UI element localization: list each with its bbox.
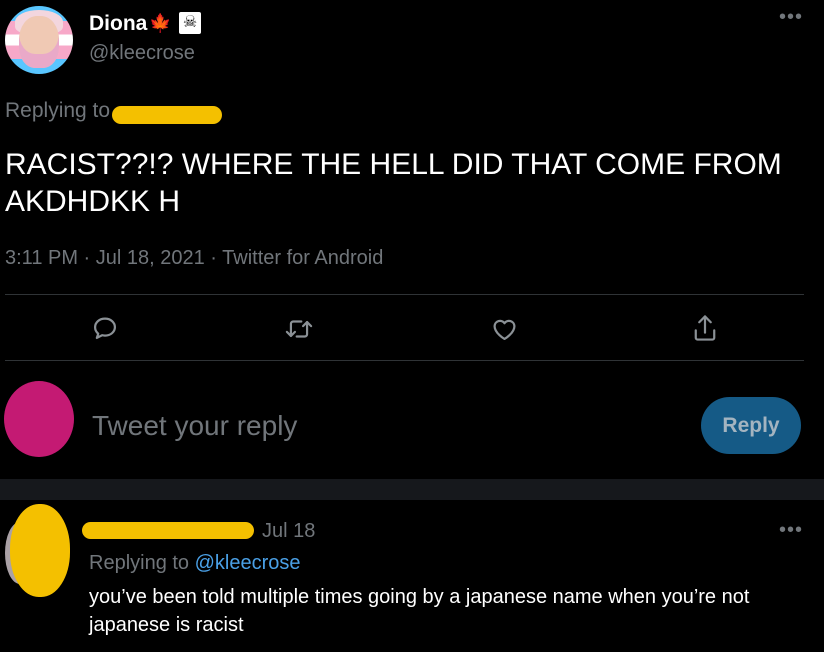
more-options-icon[interactable]: ••• [779,519,803,542]
tweet-text: RACIST??!? WHERE THE HELL DID THAT COME … [5,148,782,218]
avatar-figure [19,16,59,68]
tweet-meta: 3:11 PM · Jul 18, 2021 · Twitter for And… [5,247,384,269]
replying-to-label: Replying to [5,99,111,122]
more-options-icon[interactable]: ••• [779,6,803,29]
author-avatar[interactable] [5,6,73,74]
divider [5,294,804,295]
heart-icon[interactable] [490,315,519,343]
skull-crossbones-icon: ☠ [179,12,201,34]
redaction-mark [112,106,222,124]
reply-date[interactable]: Jul 18 [262,520,315,543]
composer-avatar [4,381,74,457]
reply-button[interactable]: Reply [701,397,801,454]
retweet-icon[interactable] [284,315,314,343]
share-icon[interactable] [691,313,719,343]
reply-input[interactable]: Tweet your reply [92,410,297,442]
replying-to-label: Replying to @kleecrose [89,552,301,575]
redaction-mark [10,504,70,597]
author-handle[interactable]: @kleecrose [89,42,195,65]
author-display-name[interactable]: Diona [89,12,147,36]
redaction-mark [82,522,254,539]
section-separator [0,479,824,500]
reply-tweet-text: you’ve been told multiple times going by… [89,586,750,636]
replying-to-prefix: Replying to [89,552,190,574]
mention-link[interactable]: @kleecrose [195,552,301,574]
maple-leaf-icon: 🍁 [149,13,172,33]
reply-icon[interactable] [91,314,119,342]
divider [5,360,804,361]
